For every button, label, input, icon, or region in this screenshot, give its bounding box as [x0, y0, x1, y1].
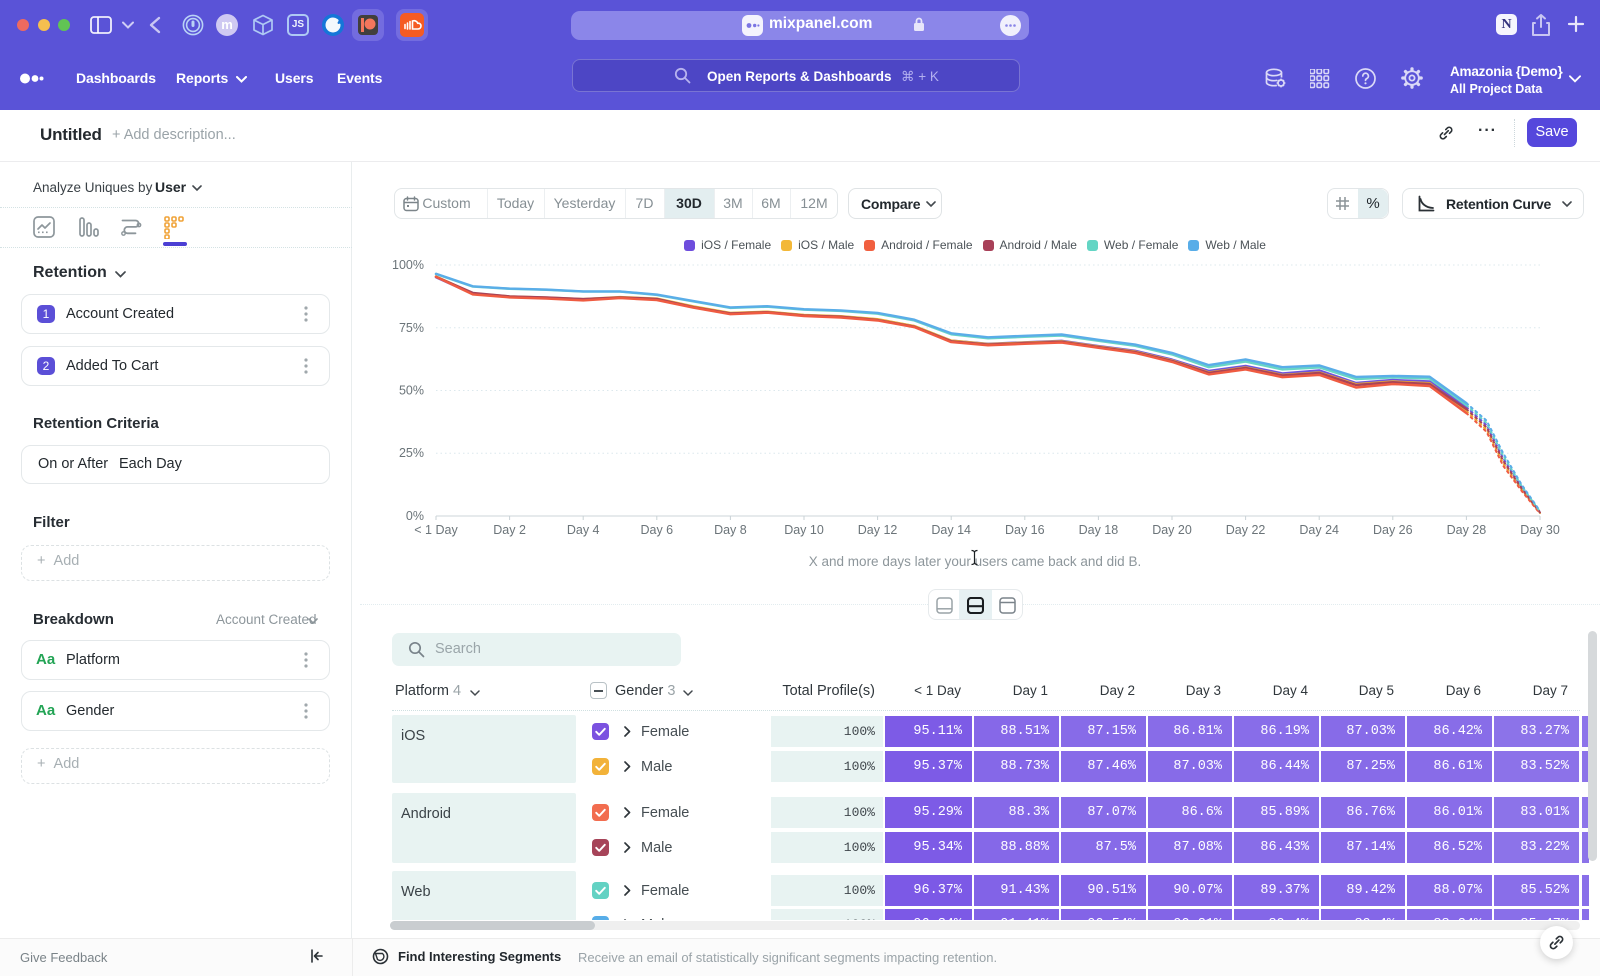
svg-text:Day 28: Day 28	[1447, 523, 1487, 537]
svg-text:Day 10: Day 10	[784, 523, 824, 537]
svg-text:Day 30: Day 30	[1520, 523, 1560, 537]
svg-text:Day 2: Day 2	[493, 523, 526, 537]
svg-text:Day 14: Day 14	[931, 523, 971, 537]
svg-text:Day 8: Day 8	[714, 523, 747, 537]
svg-text:75%: 75%	[399, 321, 424, 335]
svg-text:Day 26: Day 26	[1373, 523, 1413, 537]
svg-text:Day 18: Day 18	[1079, 523, 1119, 537]
svg-text:25%: 25%	[399, 446, 424, 460]
svg-text:50%: 50%	[399, 384, 424, 398]
svg-text:Day 24: Day 24	[1299, 523, 1339, 537]
svg-text:Day 16: Day 16	[1005, 523, 1045, 537]
svg-text:Day 6: Day 6	[640, 523, 673, 537]
svg-text:100%: 100%	[392, 258, 424, 272]
svg-text:Day 4: Day 4	[567, 523, 600, 537]
svg-text:< 1 Day: < 1 Day	[414, 523, 458, 537]
svg-text:Day 20: Day 20	[1152, 523, 1192, 537]
svg-text:Day 22: Day 22	[1226, 523, 1266, 537]
svg-text:Day 12: Day 12	[858, 523, 898, 537]
svg-text:0%: 0%	[406, 509, 424, 523]
